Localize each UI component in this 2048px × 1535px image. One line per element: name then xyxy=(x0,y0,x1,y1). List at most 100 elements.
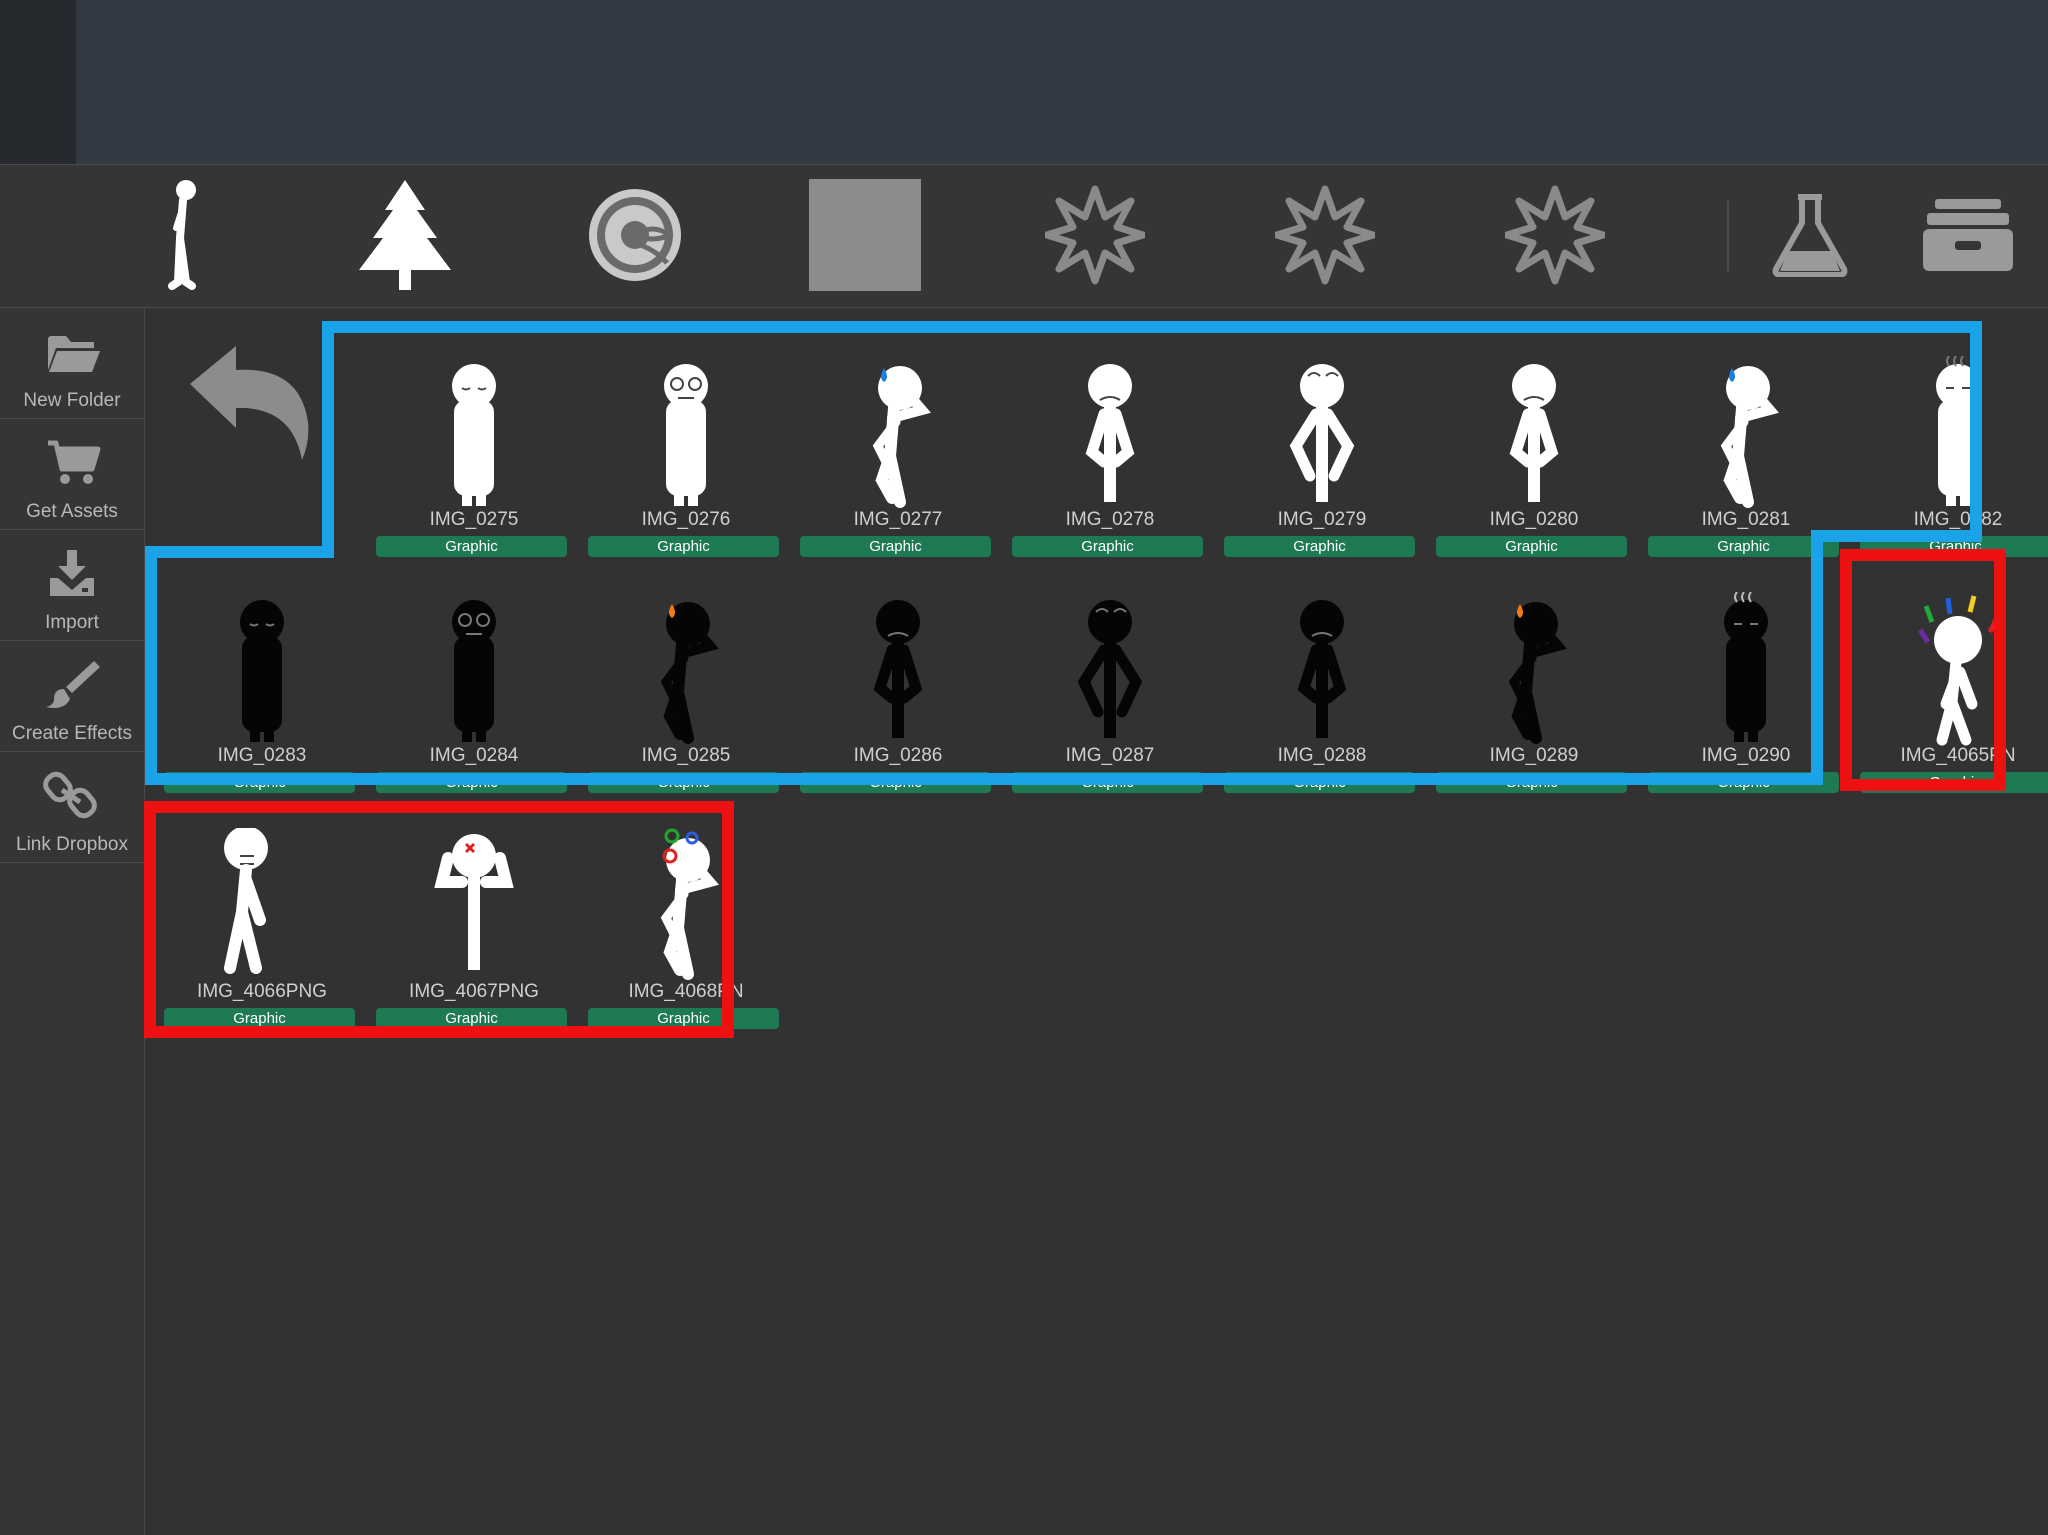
asset-name: IMG_0275 xyxy=(429,509,519,530)
asset-type-badge: Graphic xyxy=(164,772,355,793)
asset-type-badge: Graphic xyxy=(164,1008,355,1029)
stick-figure-thumbnail xyxy=(190,826,334,988)
asset-name: IMG_0286 xyxy=(853,745,943,766)
asset-type-badge: Graphic xyxy=(1012,772,1203,793)
create-effects-button[interactable]: Create Effects xyxy=(0,641,144,752)
sidebar: New Folder Get Assets Import Create Effe… xyxy=(0,308,145,1535)
asset-name: IMG_0288 xyxy=(1277,745,1367,766)
asset-name: IMG_0278 xyxy=(1065,509,1155,530)
asset-type-badge: Graphic xyxy=(1224,536,1415,557)
asset-tile[interactable]: IMG_0277 Graphic xyxy=(792,356,1004,566)
starburst-icon[interactable] xyxy=(1035,175,1155,295)
asset-tile[interactable]: IMG_0288 Graphic xyxy=(1216,592,1428,802)
asset-name: IMG_0280 xyxy=(1489,509,1579,530)
stick-figure-thumbnail xyxy=(826,356,970,516)
asset-type-badge: Graphic xyxy=(376,1008,567,1029)
new-folder-button[interactable]: New Folder xyxy=(0,308,144,419)
asset-tile[interactable]: IMG_0284 Graphic xyxy=(368,592,580,802)
stick-figure-thumbnail xyxy=(1674,591,1818,752)
asset-tile[interactable]: IMG_0278 Graphic xyxy=(1004,356,1216,566)
gray-square-icon[interactable] xyxy=(805,175,925,295)
asset-type-badge: Graphic xyxy=(1436,536,1627,557)
brush-icon xyxy=(46,661,100,708)
import-icon xyxy=(50,550,94,596)
asset-type-badge: Graphic xyxy=(376,772,567,793)
asset-type-badge: Graphic xyxy=(376,536,567,557)
asset-type-badge: Graphic xyxy=(800,536,991,557)
asset-tile[interactable]: IMG_4068PN Graphic xyxy=(580,828,792,1038)
asset-tile[interactable]: IMG_4066PNG Graphic xyxy=(156,826,368,1038)
sidebar-item-label: Get Assets xyxy=(26,501,118,522)
asset-category-toolbar xyxy=(0,164,2048,308)
stick-figure-thumbnail xyxy=(614,592,758,752)
asset-tile[interactable]: IMG_0282 Graphic xyxy=(1852,355,2048,566)
asset-tile[interactable]: IMG_0283 Graphic xyxy=(156,592,368,802)
stick-figure-thumbnail xyxy=(614,356,758,516)
asset-tile[interactable]: IMG_0276 Graphic xyxy=(580,356,792,566)
sidebar-item-label: Create Effects xyxy=(11,723,133,744)
asset-type-badge: Graphic xyxy=(1224,772,1415,793)
stick-figure-thumbnail xyxy=(1886,592,2030,752)
top-bar xyxy=(0,0,2048,164)
stick-figure-thumbnail xyxy=(826,592,970,752)
asset-name: IMG_4066PNG xyxy=(197,981,327,1002)
cart-icon xyxy=(48,440,101,484)
asset-type-badge: Graphic xyxy=(1860,772,2048,793)
asset-tile[interactable]: IMG_0275 Graphic xyxy=(368,356,580,566)
asset-tile[interactable]: IMG_0287 Graphic xyxy=(1004,592,1216,802)
asset-type-badge: Graphic xyxy=(588,1008,779,1029)
asset-tile[interactable]: IMG_0279 Graphic xyxy=(1216,356,1428,566)
asset-type-badge: Graphic xyxy=(1648,772,1839,793)
toolbar-divider xyxy=(1727,201,1729,271)
sidebar-item-label: Import xyxy=(45,612,99,633)
asset-type-badge: Graphic xyxy=(588,536,779,557)
back-arrow-icon xyxy=(190,346,309,460)
asset-tile[interactable]: IMG_0290 Graphic xyxy=(1640,591,1852,802)
asset-name: IMG_0289 xyxy=(1489,745,1579,766)
asset-type-badge: Graphic xyxy=(1012,536,1203,557)
asset-tile[interactable]: IMG_0285 Graphic xyxy=(580,592,792,802)
back-button[interactable] xyxy=(180,342,315,467)
stick-figure-thumbnail xyxy=(402,828,546,988)
top-bar-left-panel xyxy=(0,0,76,164)
folder-icon xyxy=(48,336,100,372)
starburst-icon[interactable] xyxy=(1495,175,1615,295)
tree-icon[interactable] xyxy=(345,175,465,295)
stick-figure-icon[interactable] xyxy=(120,175,240,295)
asset-name: IMG_0282 xyxy=(1913,509,2003,530)
stick-figure-thumbnail xyxy=(1462,356,1606,516)
asset-name: IMG_0276 xyxy=(641,509,731,530)
asset-tile[interactable]: IMG_0280 Graphic xyxy=(1428,356,1640,566)
asset-type-badge: Graphic xyxy=(1648,536,1839,557)
starburst-icon[interactable] xyxy=(1265,175,1385,295)
asset-tile[interactable]: IMG_0286 Graphic xyxy=(792,592,1004,802)
asset-type-badge: Graphic xyxy=(1436,772,1627,793)
import-button[interactable]: Import xyxy=(0,530,144,641)
asset-name: IMG_0279 xyxy=(1277,509,1367,530)
link-icon xyxy=(43,771,97,819)
asset-tile[interactable]: IMG_0281 Graphic xyxy=(1640,356,1852,566)
sidebar-item-label: New Folder xyxy=(23,390,121,411)
asset-tile[interactable]: IMG_4067PNG Graphic xyxy=(368,828,580,1038)
stick-figure-thumbnail xyxy=(1462,592,1606,752)
asset-name: IMG_0277 xyxy=(853,509,943,530)
asset-name: IMG_0284 xyxy=(429,745,519,766)
asset-name: IMG_0283 xyxy=(217,745,307,766)
storage-box-icon[interactable] xyxy=(1908,175,2028,295)
asset-tile[interactable]: IMG_0289 Graphic xyxy=(1428,592,1640,802)
stick-figure-thumbnail xyxy=(1250,356,1394,516)
asset-name: IMG_4065PN xyxy=(1900,745,2016,766)
asset-tile[interactable]: IMG_4065PN Graphic xyxy=(1852,592,2048,802)
get-assets-button[interactable]: Get Assets xyxy=(0,419,144,530)
gear-icon[interactable] xyxy=(575,175,695,295)
asset-type-badge: Graphic xyxy=(588,772,779,793)
asset-name: IMG_0287 xyxy=(1065,745,1155,766)
sidebar-item-label: Link Dropbox xyxy=(16,834,128,855)
stick-figure-thumbnail xyxy=(1038,356,1182,516)
flask-icon[interactable] xyxy=(1750,175,1870,295)
stick-figure-thumbnail xyxy=(1038,592,1182,752)
asset-name: IMG_0290 xyxy=(1701,745,1791,766)
asset-name: IMG_4067PNG xyxy=(409,981,539,1002)
stick-figure-thumbnail xyxy=(1674,356,1818,516)
link-dropbox-button[interactable]: Link Dropbox xyxy=(0,752,144,863)
